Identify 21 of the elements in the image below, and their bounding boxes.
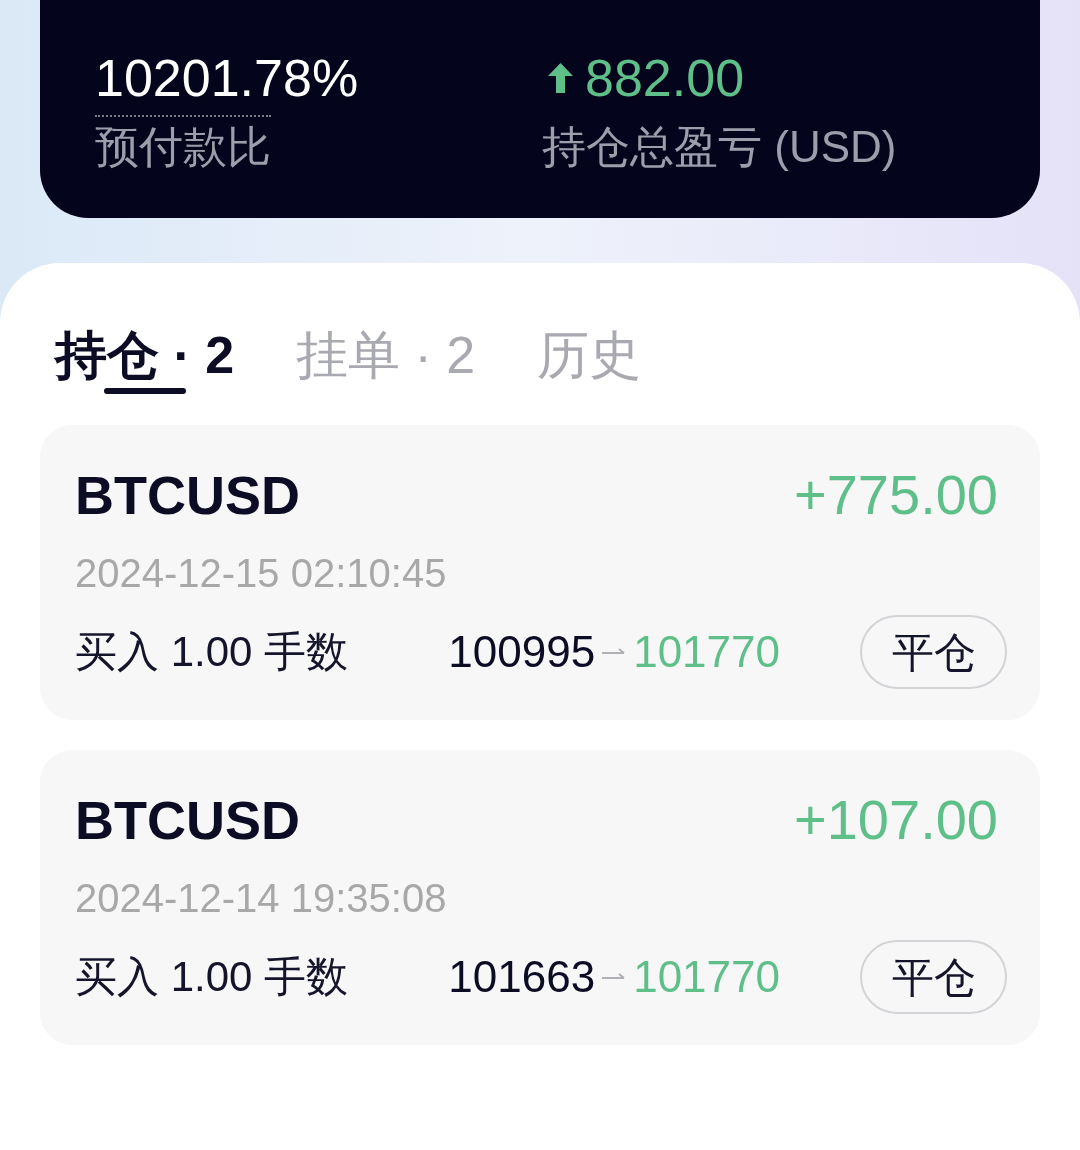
tab[interactable]: 持仓 · 2 [55,325,235,394]
arrow-right-icon [602,972,627,982]
open-price: 100995 [448,627,596,677]
ratio-label: 预付款比 [95,115,271,172]
close-position-button[interactable]: 平仓 [860,940,1007,1014]
order-info: 买入 1.00 手数 [75,627,349,677]
open-price: 101663 [448,952,596,1002]
pnl-value: +775.00 [794,463,998,527]
symbol-label: BTCUSD [75,789,300,852]
order-info: 买入 1.00 手数 [75,952,349,1002]
current-price: 101770 [633,952,780,1002]
arrow-right-icon [602,647,627,657]
open-time: 2024-12-14 19:35:08 [75,875,447,922]
symbol-label: BTCUSD [75,464,300,527]
pnl-label: 持仓总盈亏 (USD) [542,122,897,172]
pnl-value: 882.00 [585,48,745,108]
pnl-value: +107.00 [794,788,998,852]
ratio-value: 10201.78% [95,48,359,108]
close-position-button[interactable]: 平仓 [860,615,1007,689]
open-time: 2024-12-15 02:10:45 [75,550,447,597]
current-price: 101770 [633,627,780,677]
